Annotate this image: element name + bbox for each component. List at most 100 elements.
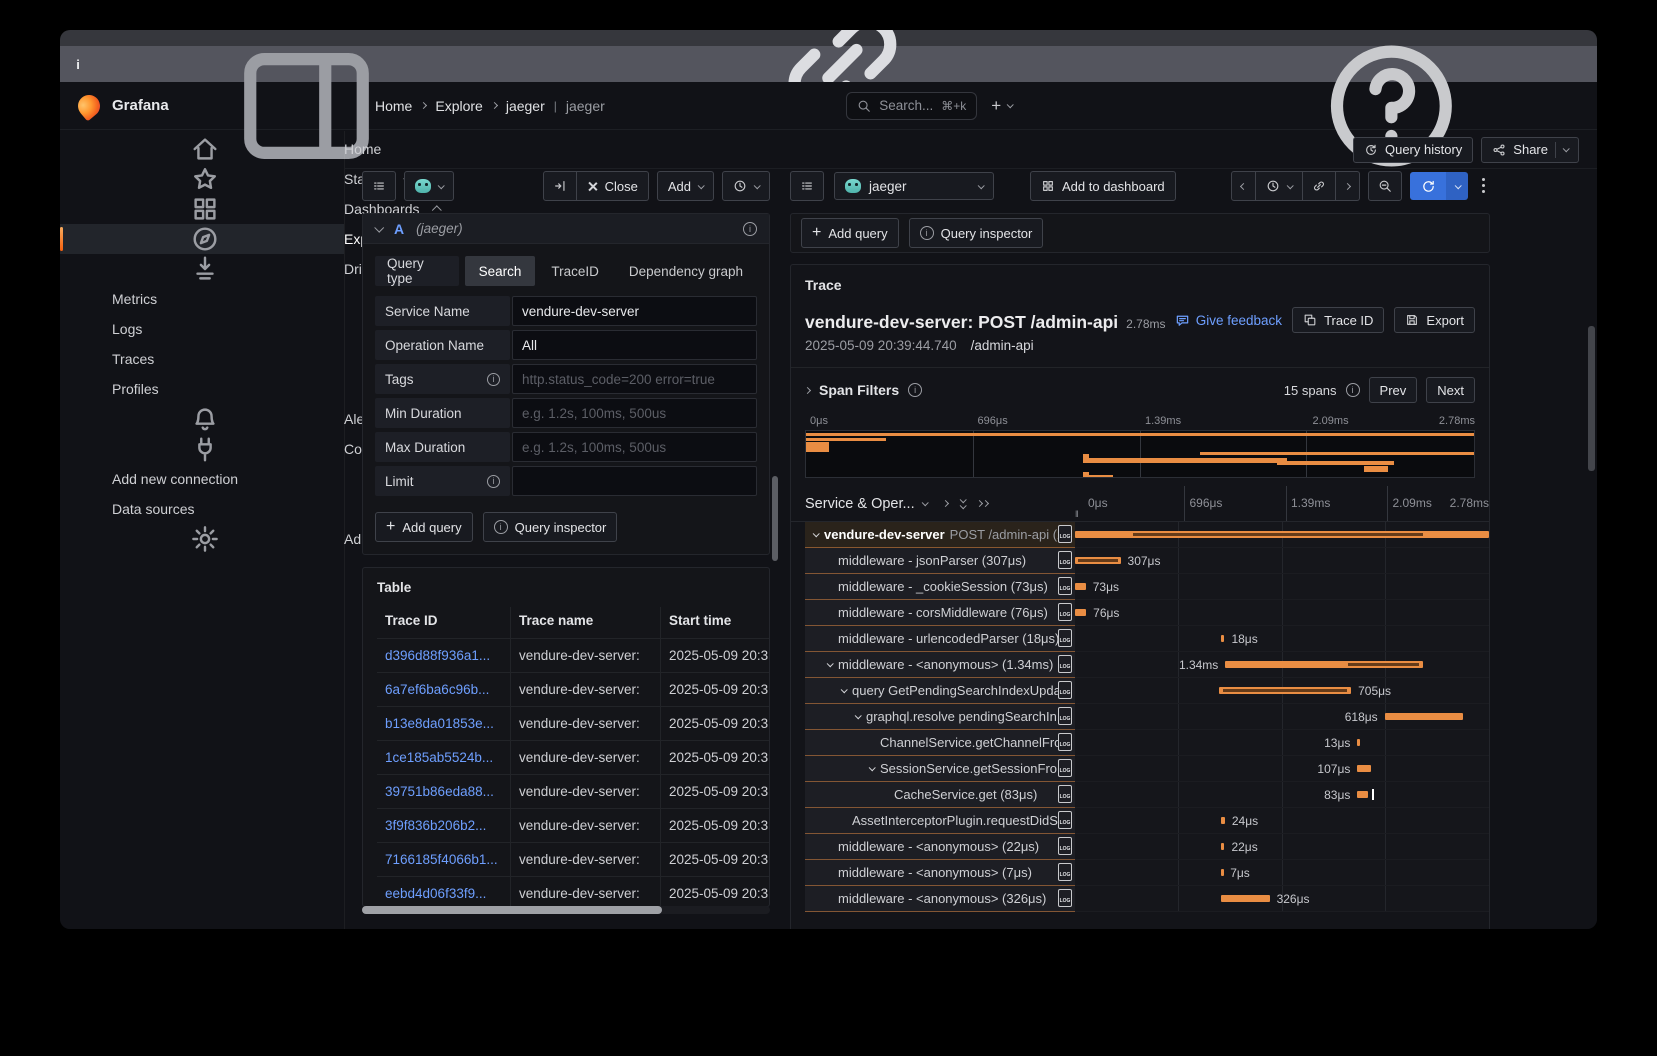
sidebar-item[interactable]: Data sources bbox=[60, 494, 344, 524]
log-icon[interactable] bbox=[1058, 837, 1072, 855]
datasource-picker-compact[interactable] bbox=[404, 171, 454, 201]
log-icon[interactable] bbox=[1058, 629, 1072, 647]
sidebar-item[interactable]: Logs bbox=[60, 314, 344, 344]
span-timeline-cell[interactable]: 22μs bbox=[1075, 834, 1489, 860]
query-rows-button[interactable] bbox=[362, 171, 396, 201]
query-inspector-button[interactable]: Query inspector bbox=[483, 512, 618, 542]
log-icon[interactable] bbox=[1058, 785, 1072, 803]
trace-id-link[interactable]: eebd4d06f33f9... bbox=[377, 877, 510, 907]
span-name-cell[interactable]: middleware - _cookieSession (73μs) bbox=[805, 574, 1075, 600]
trace-id-link[interactable]: d396d88f936a1... bbox=[377, 639, 510, 672]
expand-span-filters-icon[interactable] bbox=[804, 386, 811, 393]
span-timeline-cell[interactable]: 618μs bbox=[1075, 704, 1489, 730]
span-bar[interactable] bbox=[1219, 687, 1351, 694]
horizontal-scrollbar[interactable] bbox=[362, 906, 770, 914]
span-bar[interactable] bbox=[1075, 531, 1489, 538]
field-input[interactable]: http.status_code=200 error=true bbox=[512, 364, 757, 394]
span-collapse-icon[interactable] bbox=[841, 686, 848, 693]
span-timeline-cell[interactable]: 107μs bbox=[1075, 756, 1489, 782]
span-timeline-cell[interactable]: 326μs bbox=[1075, 886, 1489, 912]
span-row[interactable]: CacheService.get (83μs) 83μs bbox=[791, 782, 1489, 808]
log-icon[interactable] bbox=[1058, 551, 1072, 569]
span-row[interactable]: graphql.resolve pendingSearchIn 618μs bbox=[791, 704, 1489, 730]
sidebar-item[interactable]: Starred bbox=[60, 164, 344, 194]
log-icon[interactable] bbox=[1058, 811, 1072, 829]
field-input[interactable]: vendure-dev-server bbox=[512, 296, 757, 326]
info-icon[interactable] bbox=[487, 475, 500, 488]
trace-id-link[interactable]: 6a7ef6ba6c96b... bbox=[377, 673, 510, 706]
sidebar-item[interactable]: Explore bbox=[60, 224, 344, 254]
sidebar-item[interactable]: Dashboards bbox=[60, 194, 344, 224]
info-icon[interactable] bbox=[487, 373, 500, 386]
span-name-cell[interactable]: SessionService.getSessionFro bbox=[805, 756, 1075, 782]
span-bar[interactable] bbox=[1075, 557, 1121, 564]
span-row[interactable]: SessionService.getSessionFro 107μs bbox=[791, 756, 1489, 782]
field-input[interactable]: e.g. 1.2s, 100ms, 500us bbox=[512, 398, 757, 428]
search-input[interactable]: Search... ⌘+k bbox=[846, 92, 977, 120]
sidebar-item[interactable]: Connections bbox=[60, 434, 344, 464]
span-name-cell[interactable]: graphql.resolve pendingSearchIn bbox=[805, 704, 1075, 730]
span-row[interactable]: vendure-dev-serverPOST /admin-api (2 bbox=[791, 522, 1489, 548]
sidebar-item[interactable]: Profiles bbox=[60, 374, 344, 404]
sidebar-item[interactable]: Traces bbox=[60, 344, 344, 374]
sidebar-item[interactable]: Alerting bbox=[60, 404, 344, 434]
scrollbar-thumb[interactable] bbox=[362, 906, 662, 914]
span-name-cell[interactable]: query GetPendingSearchIndexUpda bbox=[805, 678, 1075, 704]
move-pane-right-button[interactable] bbox=[543, 171, 577, 201]
span-name-cell[interactable]: middleware - jsonParser (307μs) bbox=[805, 548, 1075, 574]
span-name-cell[interactable]: middleware - <anonymous> (1.34ms) bbox=[805, 652, 1075, 678]
trace-id-link[interactable]: 39751b86eda88... bbox=[377, 775, 510, 808]
add-query-button[interactable]: Add query bbox=[375, 512, 473, 542]
log-icon[interactable] bbox=[1058, 759, 1072, 777]
span-name-cell[interactable]: AssetInterceptorPlugin.requestDidS bbox=[805, 808, 1075, 834]
sidebar-item[interactable]: Add new connection bbox=[60, 464, 344, 494]
span-row[interactable]: middleware - <anonymous> (1.34ms) 1.34ms bbox=[791, 652, 1489, 678]
prev-span-button[interactable]: Prev bbox=[1369, 377, 1418, 403]
refresh-interval-dropdown[interactable] bbox=[1446, 172, 1468, 200]
span-collapse-icon[interactable] bbox=[855, 712, 862, 719]
left-pane-scrollbar-thumb[interactable] bbox=[772, 476, 778, 561]
span-timeline-cell[interactable]: 24μs bbox=[1075, 808, 1489, 834]
field-input[interactable]: e.g. 1.2s, 100ms, 500us bbox=[512, 432, 757, 462]
query-history-button[interactable]: Query history bbox=[1353, 137, 1473, 163]
sidebar-item[interactable]: Home bbox=[60, 134, 344, 164]
log-icon[interactable] bbox=[1058, 889, 1072, 907]
time-forward-button[interactable] bbox=[1336, 171, 1360, 201]
time-back-button[interactable] bbox=[1231, 171, 1256, 201]
log-icon[interactable] bbox=[1058, 863, 1072, 881]
span-bar[interactable] bbox=[1357, 739, 1360, 746]
minimap-chart[interactable] bbox=[805, 430, 1475, 478]
span-row[interactable]: middleware - <anonymous> (7μs) 7μs bbox=[791, 860, 1489, 886]
span-filters-label[interactable]: Span Filters bbox=[819, 382, 899, 398]
zoom-out-button[interactable] bbox=[1368, 171, 1402, 201]
span-bar[interactable] bbox=[1221, 635, 1224, 642]
span-bar[interactable] bbox=[1357, 765, 1371, 772]
share-button[interactable]: Share bbox=[1481, 137, 1579, 163]
column-header-trace-name[interactable]: Trace name bbox=[510, 607, 660, 638]
trace-id-link[interactable]: b13e8da01853e... bbox=[377, 707, 510, 740]
span-name-cell[interactable]: middleware - <anonymous> (7μs) bbox=[805, 860, 1075, 886]
span-collapse-icon[interactable] bbox=[827, 660, 834, 667]
span-name-cell[interactable]: vendure-dev-serverPOST /admin-api (2 bbox=[805, 522, 1075, 548]
span-timeline-cell[interactable]: 7μs bbox=[1075, 860, 1489, 886]
span-name-cell[interactable]: middleware - corsMiddleware (76μs) bbox=[805, 600, 1075, 626]
span-name-cell[interactable]: middleware - urlencodedParser (18μs) bbox=[805, 626, 1075, 652]
trace-id-link[interactable]: 1ce185ab5524b... bbox=[377, 741, 510, 774]
export-button[interactable]: Export bbox=[1394, 307, 1475, 333]
vertical-scrollbar[interactable] bbox=[1588, 181, 1595, 917]
span-timeline-cell[interactable]: 307μs bbox=[1075, 548, 1489, 574]
info-icon[interactable] bbox=[743, 222, 757, 236]
span-name-cell[interactable]: CacheService.get (83μs) bbox=[805, 782, 1075, 808]
next-span-button[interactable]: Next bbox=[1426, 377, 1475, 403]
column-resize-handle[interactable] bbox=[1075, 509, 1083, 519]
span-row[interactable]: middleware - jsonParser (307μs) 307μs bbox=[791, 548, 1489, 574]
query-row-header[interactable]: A (jaeger) bbox=[363, 214, 769, 244]
span-row[interactable]: ChannelService.getChannelFro 13μs bbox=[791, 730, 1489, 756]
expand-icon[interactable] bbox=[942, 500, 949, 507]
span-bar[interactable] bbox=[1075, 583, 1086, 590]
log-icon[interactable] bbox=[1058, 655, 1072, 673]
query-inspector-button[interactable]: Query inspector bbox=[909, 218, 1044, 248]
new-button[interactable] bbox=[991, 96, 1012, 116]
log-icon[interactable] bbox=[1058, 603, 1072, 621]
span-bar[interactable] bbox=[1221, 843, 1224, 850]
